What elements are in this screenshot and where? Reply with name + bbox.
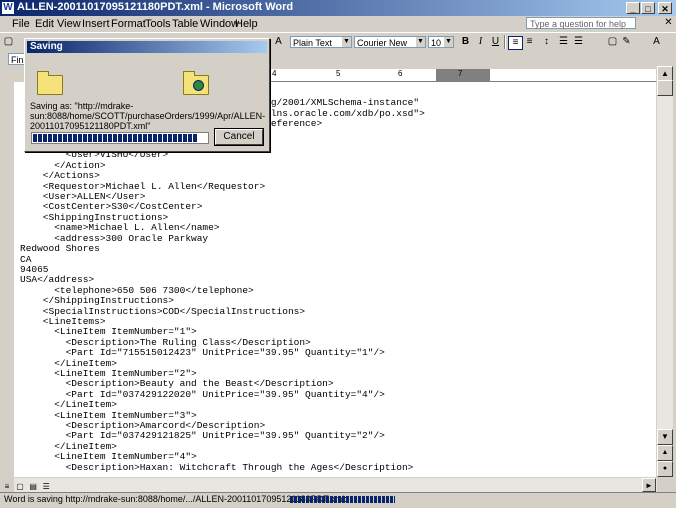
word-app-icon[interactable]: W	[2, 2, 14, 14]
vertical-ruler	[2, 82, 14, 477]
numbering-icon[interactable]: ☰	[557, 36, 570, 48]
menu-insert[interactable]: Insert	[82, 18, 110, 30]
web-view-icon[interactable]: ▢	[15, 482, 25, 492]
toolbar-separator	[504, 35, 506, 49]
window-title: ALLEN-20011017095121180PDT.xml - Microso…	[17, 1, 294, 13]
font-color-icon[interactable]: A	[650, 36, 663, 48]
new-document-icon[interactable]: ▢	[2, 36, 15, 48]
style-value: Plain Text	[293, 38, 332, 48]
print-view-icon[interactable]: ▤	[28, 482, 38, 492]
bullets-icon[interactable]: ☰	[572, 36, 585, 48]
highlight-icon[interactable]: ✎	[620, 36, 633, 48]
saving-dialog: Saving Saving as: "http://mdrake-sun:808…	[24, 38, 270, 152]
font-select[interactable]: Courier New ▼	[354, 36, 426, 48]
saving-as-text: Saving as: "http://mdrake-sun:8088/home/…	[30, 101, 266, 131]
scroll-right-icon[interactable]: ►	[642, 478, 656, 492]
align-left-icon[interactable]: ≡	[508, 36, 523, 50]
dialog-title-text: Saving	[30, 41, 63, 52]
vertical-scrollbar[interactable]: ▲ ▼ ▲ ●	[657, 66, 673, 477]
browse-object-icon[interactable]: ●	[657, 461, 673, 477]
style-pane-icon[interactable]: A	[272, 36, 285, 48]
title-bar: W ALLEN-20011017095121180PDT.xml - Micro…	[0, 0, 676, 16]
font-value: Courier New	[357, 38, 408, 48]
dialog-title: Saving	[27, 41, 267, 53]
ruler-mark: 6	[398, 69, 403, 78]
chevron-down-icon: ▼	[342, 37, 351, 47]
close-button[interactable]: ✕	[658, 2, 672, 14]
menu-edit[interactable]: Edit	[35, 18, 54, 30]
source-folder-icon	[37, 71, 63, 95]
view-buttons: ≡ ▢ ▤ ☰	[2, 480, 51, 492]
outline-view-icon[interactable]: ☰	[41, 482, 51, 492]
menu-view[interactable]: View	[57, 18, 81, 30]
borders-icon[interactable]: ▢	[606, 36, 619, 48]
menu-file[interactable]: File	[12, 18, 30, 30]
ruler-mark: 4	[272, 69, 277, 78]
menu-help[interactable]: Help	[235, 18, 258, 30]
menu-tools[interactable]: Tools	[145, 18, 171, 30]
globe-icon	[193, 80, 204, 91]
status-progress-bar	[290, 496, 395, 503]
save-progress-fill	[33, 134, 199, 142]
close-document-icon[interactable]: ✕	[663, 17, 674, 28]
cancel-button[interactable]: Cancel	[214, 128, 264, 146]
status-bar: Word is saving http://mdrake-sun:8088/ho…	[0, 492, 676, 508]
style-select[interactable]: Plain Text ▼	[290, 36, 352, 48]
bold-button[interactable]: B	[459, 36, 472, 48]
italic-button[interactable]: I	[474, 36, 487, 48]
maximize-button[interactable]: □	[641, 2, 655, 14]
ruler-margin-shade	[436, 69, 490, 81]
help-question-input[interactable]: Type a question for help	[526, 17, 636, 29]
font-size-select[interactable]: 10 ▼	[428, 36, 454, 48]
save-progress-bar	[31, 132, 209, 144]
chevron-down-icon: ▼	[444, 37, 453, 47]
minimize-button[interactable]: _	[626, 2, 640, 14]
horizontal-ruler[interactable]: 4 5 6 7	[268, 69, 656, 82]
horizontal-scrollbar[interactable]: ►	[14, 478, 657, 492]
ruler-mark: 7	[458, 69, 463, 78]
normal-view-icon[interactable]: ≡	[2, 482, 12, 492]
align-center-icon[interactable]: ≡	[523, 36, 536, 48]
menu-window[interactable]: Window	[200, 18, 239, 30]
underline-button[interactable]: U	[489, 36, 502, 48]
chevron-down-icon: ▼	[416, 37, 425, 47]
menu-format[interactable]: Format	[111, 18, 146, 30]
font-size-value: 10	[431, 38, 442, 48]
previous-page-icon[interactable]: ▲	[657, 445, 673, 461]
menu-table[interactable]: Table	[172, 18, 198, 30]
scroll-down-icon[interactable]: ▼	[657, 429, 673, 445]
web-folder-icon	[183, 71, 209, 95]
scroll-thumb[interactable]	[657, 80, 673, 96]
line-spacing-icon[interactable]: ↕	[540, 36, 553, 48]
ruler-mark: 5	[336, 69, 341, 78]
